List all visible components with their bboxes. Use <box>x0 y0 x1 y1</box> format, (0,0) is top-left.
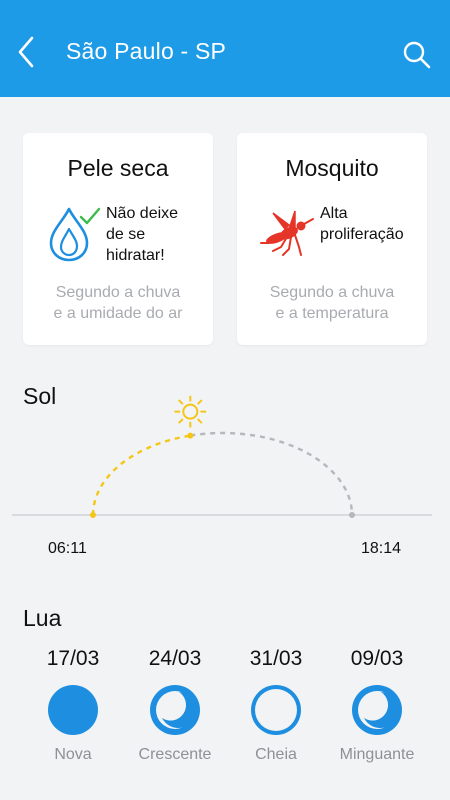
new-moon-icon <box>48 685 98 735</box>
page-title: São Paulo - SP <box>66 38 227 64</box>
crescent-moon-icon <box>150 685 200 735</box>
header-bar: São Paulo - SP <box>0 0 450 97</box>
subtitle-line: Segundo a chuva <box>55 284 181 301</box>
message-line: Não deixe <box>106 205 179 222</box>
moon-phase-label: Minguante <box>339 746 415 763</box>
sun-icon <box>174 395 207 428</box>
moon-date: 09/03 <box>350 647 404 670</box>
message-line: proliferação <box>320 226 404 243</box>
sunrise-dot <box>90 512 96 518</box>
message-line: hidratar! <box>106 247 165 264</box>
mosquito-icon <box>260 210 314 256</box>
card-subtitle: Segundo a chuva e a umidade do ar <box>23 282 213 324</box>
search-icon[interactable] <box>400 38 434 72</box>
sun-arc-elapsed <box>91 434 191 516</box>
moon-date: 24/03 <box>148 647 202 670</box>
card-title: Pele seca <box>67 155 169 181</box>
message-line: de se <box>106 226 146 243</box>
sun-arc-chart <box>12 395 432 518</box>
dry-skin-card[interactable]: Pele seca Não deixe de se hidratar! Segu… <box>23 133 213 345</box>
moon-phase-label: Nova <box>54 746 92 763</box>
moon-phase-label: Cheia <box>255 746 297 763</box>
moon-section-title: Lua <box>23 605 62 631</box>
moon-date: 17/03 <box>46 647 100 670</box>
card-message: Não deixe de se hidratar! <box>106 203 178 266</box>
subtitle-line: Segundo a chuva <box>269 284 395 301</box>
subtitle-line: e a umidade do ar <box>53 305 183 322</box>
sunrise-time: 06:11 <box>48 540 87 557</box>
sun-position-dot <box>187 432 194 439</box>
subtitle-line: e a temperatura <box>275 305 389 322</box>
sunset-dot <box>349 512 355 518</box>
card-title: Mosquito <box>285 155 379 181</box>
moon-date: 31/03 <box>249 647 303 670</box>
card-subtitle: Segundo a chuva e a temperatura <box>237 282 427 324</box>
sunset-time: 18:14 <box>361 540 402 557</box>
water-drop-check-icon <box>49 207 101 262</box>
moon-phase-label: Crescente <box>138 746 212 763</box>
waning-moon-icon <box>352 685 402 735</box>
chevron-left-icon[interactable] <box>12 32 44 72</box>
full-moon-icon <box>251 685 301 735</box>
sun-arc-remaining <box>190 431 354 516</box>
card-message: Alta proliferação <box>320 203 404 245</box>
message-line: Alta <box>320 205 348 222</box>
mosquito-card[interactable]: Mosquito Alta proliferação Segundo a chu… <box>237 133 427 345</box>
